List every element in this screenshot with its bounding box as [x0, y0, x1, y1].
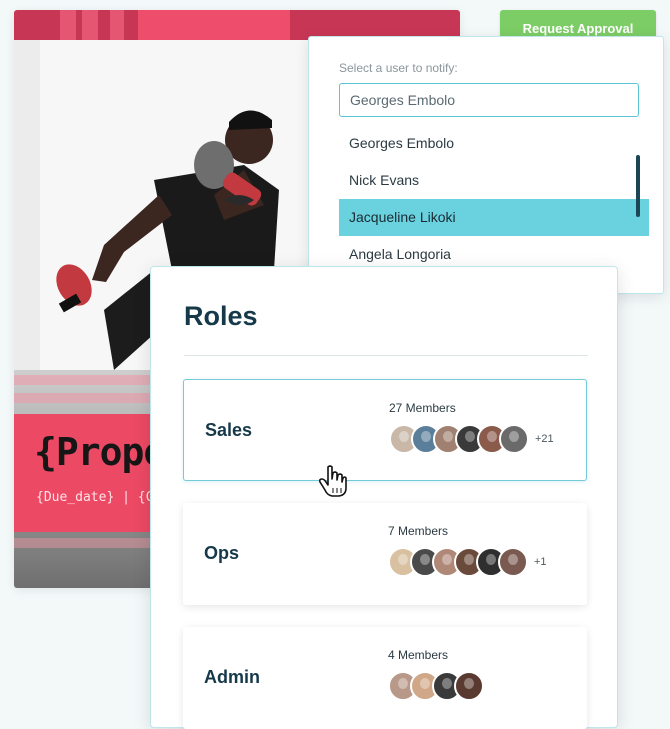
extra-members-count: +21 — [535, 433, 554, 445]
roles-title: Roles — [184, 301, 258, 331]
role-card-admin[interactable]: Admin 4 Members — [183, 627, 587, 729]
avatar — [498, 547, 528, 577]
proposal-backdrop — [14, 40, 40, 400]
role-name: Ops — [204, 543, 240, 563]
user-option[interactable]: Nick Evans — [339, 162, 649, 199]
roles-divider — [184, 355, 588, 356]
role-card-sales[interactable]: Sales 27 Members +21 — [183, 379, 587, 481]
notify-user-input[interactable] — [339, 83, 639, 117]
avatar — [499, 424, 529, 454]
options-scrollbar[interactable] — [636, 155, 640, 217]
member-avatars — [388, 670, 484, 702]
roles-panel: Roles Sales 27 Members +21 Ops 7 Members +1 Ad… — [150, 266, 618, 729]
role-card-ops[interactable]: Ops 7 Members +1 — [183, 503, 587, 605]
proposal-subtitle: {Due_date} | {C — [36, 490, 154, 505]
role-name: Sales — [205, 420, 253, 440]
notify-user-panel: Select a user to notify: Georges EmboloN… — [308, 36, 664, 294]
avatar — [454, 671, 484, 701]
member-avatars: +1 — [388, 546, 547, 578]
role-name: Admin — [204, 667, 260, 687]
role-member-count: 4 Members — [388, 648, 449, 662]
hand-cursor-icon — [318, 465, 347, 497]
role-member-count: 27 Members — [389, 401, 456, 415]
user-options-list: Georges Embolo Nick Evans Jacqueline Likok… — [339, 125, 649, 273]
user-option[interactable]: Jacqueline Likoki — [339, 199, 649, 236]
notify-label: Select a user to notify: — [339, 61, 458, 75]
user-option[interactable]: Georges Embolo — [339, 125, 649, 162]
extra-members-count: +1 — [534, 556, 547, 568]
member-avatars: +21 — [389, 423, 554, 455]
role-member-count: 7 Members — [388, 524, 449, 538]
proposal-title: {Propo — [34, 430, 166, 474]
